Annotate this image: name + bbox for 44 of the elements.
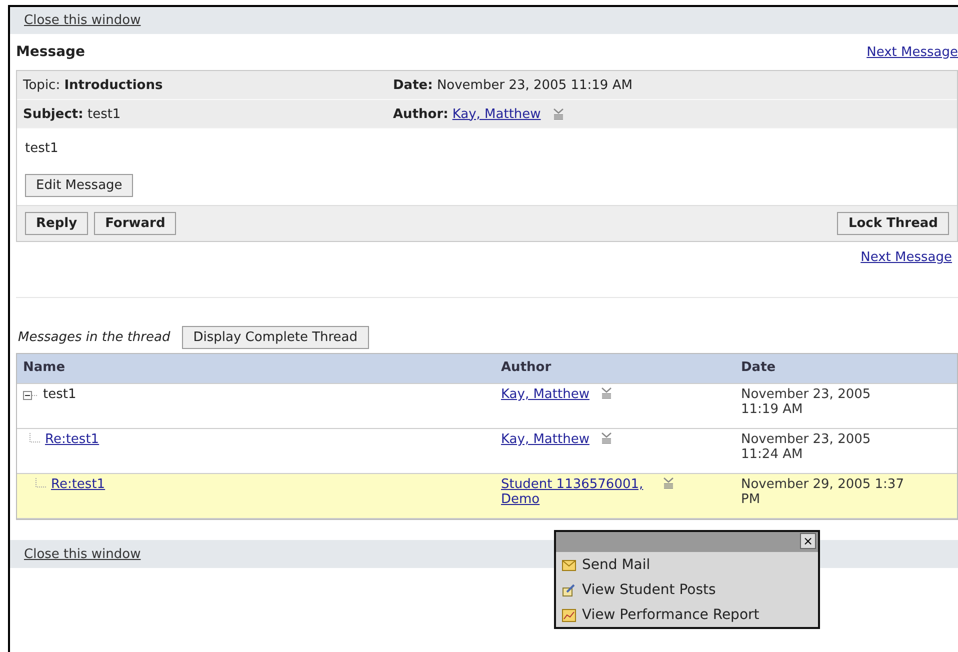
action-button[interactable]: Reply — [25, 212, 88, 235]
chart-icon — [562, 608, 576, 622]
tree-connector-icon — [35, 478, 47, 490]
topic-text: Topic: Introductions — [23, 78, 164, 92]
options-icon[interactable] — [601, 432, 612, 444]
tree-connector-icon — [29, 433, 41, 445]
column-header: Date — [740, 359, 777, 375]
menu-item[interactable]: View Student Posts — [556, 577, 818, 602]
close-window-link[interactable]: Close this window — [24, 546, 141, 562]
options-icon[interactable] — [601, 387, 612, 399]
close-window-link[interactable]: Close this window — [24, 13, 141, 28]
next-message-link[interactable]: Next Message — [860, 250, 952, 265]
close-button[interactable]: × — [800, 533, 816, 549]
message-link[interactable]: Re:test1 — [51, 477, 106, 492]
author-link[interactable]: Student 1136576001, Demo — [501, 477, 651, 507]
date-cell-text: November 29, 2005 1:37 PM — [740, 476, 905, 509]
action-button[interactable]: Forward — [94, 212, 176, 235]
menu-item[interactable]: Send Mail — [556, 552, 818, 577]
date-cell-text: November 23, 2005 11:19 AM — [740, 386, 872, 419]
thread-label: Messages in the thread — [18, 330, 170, 345]
next-message-link[interactable]: Next Message — [866, 44, 958, 60]
pin-note-icon — [562, 583, 576, 597]
menu-item[interactable]: View Performance Report — [556, 602, 818, 627]
subject-text: Subject: test1 — [23, 106, 122, 122]
date-cell-text: November 23, 2005 11:24 AM — [740, 431, 872, 464]
message-heading: Message — [16, 44, 86, 60]
author-label: Author: — [393, 106, 448, 122]
date-text: Date: November 23, 2005 11:19 AM — [393, 78, 634, 92]
envelope-icon — [562, 560, 576, 570]
lock-thread-button[interactable]: Lock Thread — [837, 212, 949, 235]
author-link[interactable]: Kay, Matthew — [501, 387, 590, 402]
author-link[interactable]: Kay, Matthew — [501, 432, 590, 447]
message-link[interactable]: Re:test1 — [45, 432, 100, 447]
column-header: Name — [22, 359, 66, 375]
message-body: test1 — [25, 141, 58, 156]
options-icon[interactable] — [552, 108, 564, 120]
display-thread-button[interactable]: Display Complete Thread — [182, 326, 369, 349]
collapse-icon[interactable] — [23, 390, 39, 402]
message-name: test1 — [43, 387, 76, 402]
options-icon[interactable] — [663, 477, 674, 489]
thread-row[interactable]: Re:test1 Student 1136576001, Demo November 29, 2005 1:37 PM — [17, 474, 957, 519]
edit-message-button[interactable]: Edit Message — [25, 174, 134, 197]
column-header: Author — [500, 359, 552, 375]
author-link[interactable]: Kay, Matthew — [452, 106, 541, 122]
